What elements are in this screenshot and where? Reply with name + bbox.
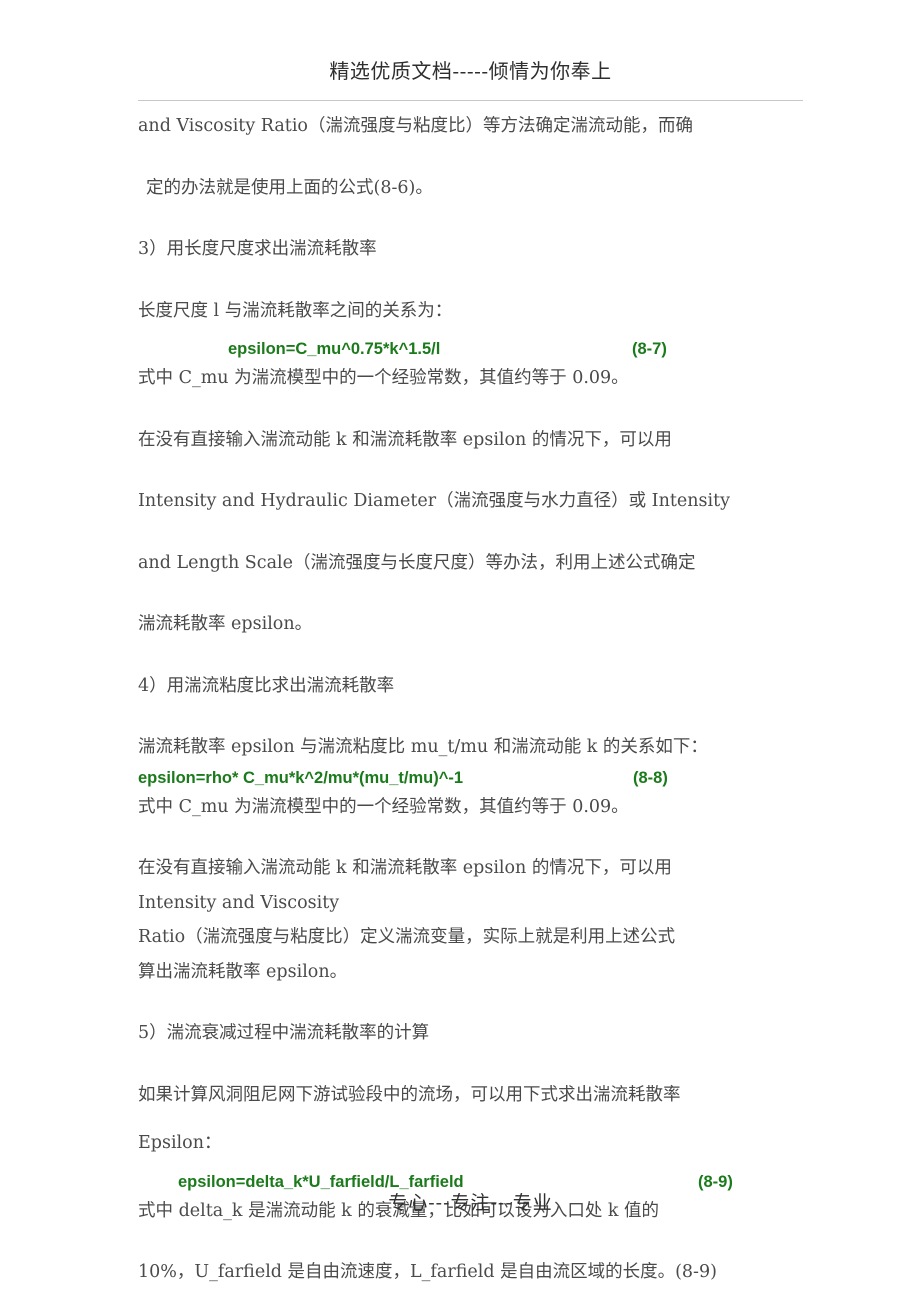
body-line-7: Intensity and Hydraulic Diameter（湍流强度与水力… <box>138 491 731 511</box>
body-line-4: 长度尺度 l 与湍流耗散率之间的关系为： <box>138 300 453 321</box>
body-line-1: and Viscosity Ratio（湍流强度与粘度比）等方法确定湍流动能，而… <box>138 116 693 136</box>
section-heading-5: 5）湍流衰减过程中湍流耗散率的计算 <box>138 1023 430 1043</box>
page-footer: 专心---专注---专业 <box>138 1188 803 1215</box>
section-heading-4: 4）用湍流粘度比求出湍流耗散率 <box>138 675 395 696</box>
formula-8-8-number: (8-8) <box>633 768 668 787</box>
body-line-5: 式中 C_mu 为湍流模型中的一个经验常数，其值约等于 0.09。 <box>138 368 629 388</box>
body-line-14: Intensity and Viscosity <box>138 892 340 913</box>
document-body: and Viscosity Ratio（湍流强度与粘度比）等方法确定湍流动能，而… <box>138 116 803 1282</box>
body-line-21: 10%，U_farfield 是自由流速度，L_farfield 是自由流区域的… <box>138 1262 717 1282</box>
body-line-15: Ratio（湍流强度与粘度比）定义湍流变量，实际上就是利用上述公式 <box>138 927 676 947</box>
header-watermark-text: 精选优质文档-----倾情为你奉上 <box>329 59 612 83</box>
formula-8-7-expression: epsilon=C_mu^0.75*k^1.5/l <box>228 340 441 358</box>
page-header: 精选优质文档-----倾情为你奉上 <box>138 58 803 84</box>
body-line-16: 算出湍流耗散率 epsilon。 <box>138 961 348 982</box>
body-line-19: Epsilon： <box>138 1133 222 1153</box>
body-line-2: 定的办法就是使用上面的公式(8-6)。 <box>146 177 433 198</box>
footer-watermark-text: 专心---专注---专业 <box>388 1192 553 1214</box>
section-heading-3: 3）用长度尺度求出湍流耗散率 <box>138 239 377 259</box>
body-line-13: 在没有直接输入湍流动能 k 和湍流耗散率 epsilon 的情况下，可以用 <box>138 858 672 878</box>
body-line-11: 湍流耗散率 epsilon 与湍流粘度比 mu_t/mu 和湍流动能 k 的关系… <box>138 737 708 757</box>
formula-8-7-number: (8-7) <box>632 340 667 358</box>
body-line-12: 式中 C_mu 为湍流模型中的一个经验常数，其值约等于 0.09。 <box>138 796 629 817</box>
document-page: 精选优质文档-----倾情为你奉上 and Viscosity Ratio（湍流… <box>0 0 920 1302</box>
formula-8-8-expression: epsilon=rho* C_mu*k^2/mu*(mu_t/mu)^-1 <box>138 768 464 787</box>
formula-8-7-row: epsilon=C_mu^0.75*k^1.5/l (8-7) <box>138 337 803 361</box>
body-line-8: and Length Scale（湍流强度与长度尺度）等办法，利用上述公式确定 <box>138 552 696 573</box>
body-line-6: 在没有直接输入湍流动能 k 和湍流耗散率 epsilon 的情况下，可以用 <box>138 429 672 450</box>
body-line-9: 湍流耗散率 epsilon。 <box>138 614 313 634</box>
formula-8-8-row: epsilon=rho* C_mu*k^2/mu*(mu_t/mu)^-1 (8… <box>138 766 803 790</box>
header-divider-rule <box>138 100 803 101</box>
body-line-18: 如果计算风洞阻尼网下游试验段中的流场，可以用下式求出湍流耗散率 <box>138 1084 681 1105</box>
